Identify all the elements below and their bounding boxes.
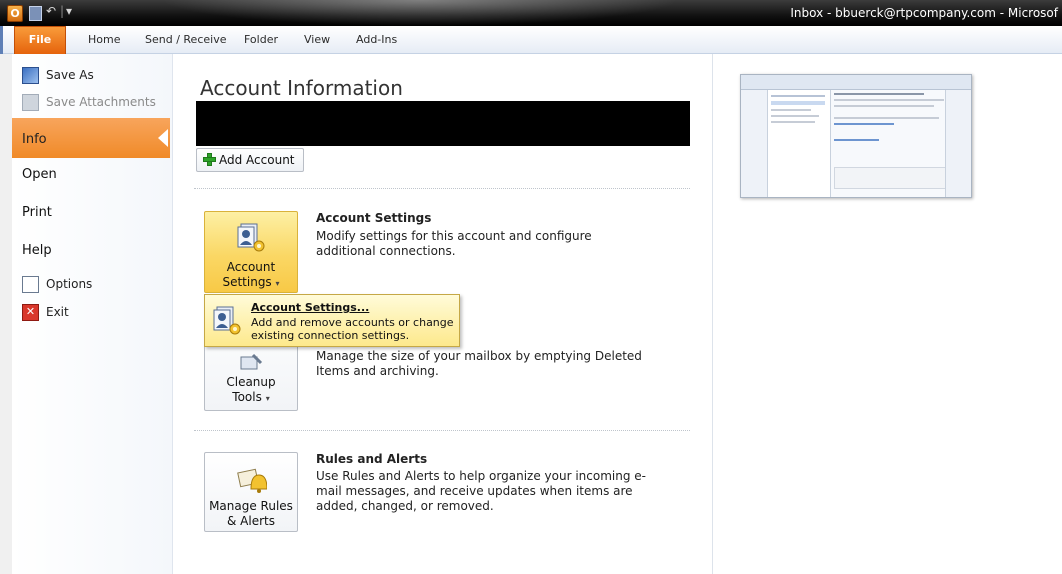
options-icon	[22, 276, 39, 293]
nav-info-label: Info	[22, 132, 47, 147]
account-selector-redacted[interactable]	[196, 101, 690, 146]
section-divider	[194, 188, 690, 189]
rules-button-line2: & Alerts	[227, 514, 275, 528]
save-attachments-label: Save Attachments	[46, 95, 156, 109]
ribbon-tab-row: Home Send / Receive Folder View Add-Ins	[0, 26, 1062, 54]
page-title: Account Information	[200, 76, 403, 100]
rules-alerts-icon	[237, 468, 267, 493]
nav-print[interactable]: Print	[22, 205, 52, 220]
title-bar: O ↶ | ▾ Inbox - bbuerck@rtpcompany.com -…	[0, 0, 1062, 26]
menu-item-account-settings[interactable]: Account Settings...	[251, 301, 369, 314]
account-settings-menu-icon	[213, 306, 241, 335]
exit-button[interactable]: ✕ Exit	[22, 304, 69, 321]
exit-label: Exit	[46, 305, 69, 319]
section-divider	[194, 430, 690, 431]
manage-rules-button[interactable]: Manage Rules & Alerts	[204, 452, 298, 532]
exit-icon: ✕	[22, 304, 39, 321]
window-title: Inbox - bbuerck@rtpcompany.com - Microso…	[790, 6, 1058, 20]
tab-send-receive[interactable]: Send / Receive	[145, 33, 226, 46]
add-account-label: Add Account	[219, 153, 295, 167]
tab-folder[interactable]: Folder	[244, 33, 278, 46]
cleanup-button-line1: Cleanup	[226, 375, 276, 389]
pane-divider	[712, 54, 713, 574]
nav-open[interactable]: Open	[22, 167, 57, 182]
title-bar-glow	[160, 0, 680, 26]
options-button[interactable]: Options	[22, 276, 92, 293]
account-settings-title: Account Settings	[316, 211, 432, 225]
save-as-icon	[22, 67, 39, 84]
save-as-button[interactable]: Save As	[22, 67, 94, 84]
quick-undo-icon[interactable]: ↶	[46, 4, 56, 18]
qat-customize-chevron-down-icon[interactable]: ▾	[66, 4, 72, 18]
save-as-label: Save As	[46, 68, 94, 82]
menu-item-description: Add and remove accounts or change existi…	[251, 316, 454, 342]
cleanup-desc: Manage the size of your mailbox by empty…	[316, 349, 642, 378]
save-attachments-icon	[22, 94, 39, 111]
add-account-button[interactable]: Add Account	[196, 148, 304, 172]
selected-pointer	[158, 129, 168, 147]
nav-help[interactable]: Help	[22, 243, 52, 258]
tab-view[interactable]: View	[304, 33, 330, 46]
account-settings-desc: Modify settings for this account and con…	[316, 229, 592, 258]
account-settings-button[interactable]: Account Settings ▾	[204, 211, 298, 293]
chevron-down-icon: ▾	[275, 279, 280, 288]
save-attachments-button[interactable]: Save Attachments	[22, 94, 156, 111]
quick-save-icon[interactable]	[29, 6, 42, 21]
chevron-down-icon: ▾	[265, 394, 270, 403]
tab-file[interactable]: File	[14, 26, 66, 54]
window-edge	[0, 26, 3, 54]
cleanup-tools-icon	[240, 353, 263, 370]
outlook-logo-icon[interactable]: O	[7, 5, 23, 22]
options-label: Options	[46, 277, 93, 291]
tab-home[interactable]: Home	[88, 33, 120, 46]
account-settings-dropdown: Account Settings... Add and remove accou…	[204, 294, 460, 347]
rules-button-line1: Manage Rules	[209, 499, 293, 513]
cleanup-button-line2: Tools	[232, 390, 262, 404]
rules-alerts-title: Rules and Alerts	[316, 452, 428, 466]
outlook-window-preview	[740, 74, 972, 198]
plus-icon	[203, 153, 216, 166]
rules-alerts-desc: Use Rules and Alerts to help organize yo…	[316, 469, 646, 513]
account-settings-icon	[237, 223, 265, 252]
account-settings-button-line2: Settings	[222, 275, 272, 289]
qat-separator: |	[60, 4, 65, 18]
tab-add-ins[interactable]: Add-Ins	[356, 33, 397, 46]
account-settings-button-line1: Account	[226, 260, 276, 274]
